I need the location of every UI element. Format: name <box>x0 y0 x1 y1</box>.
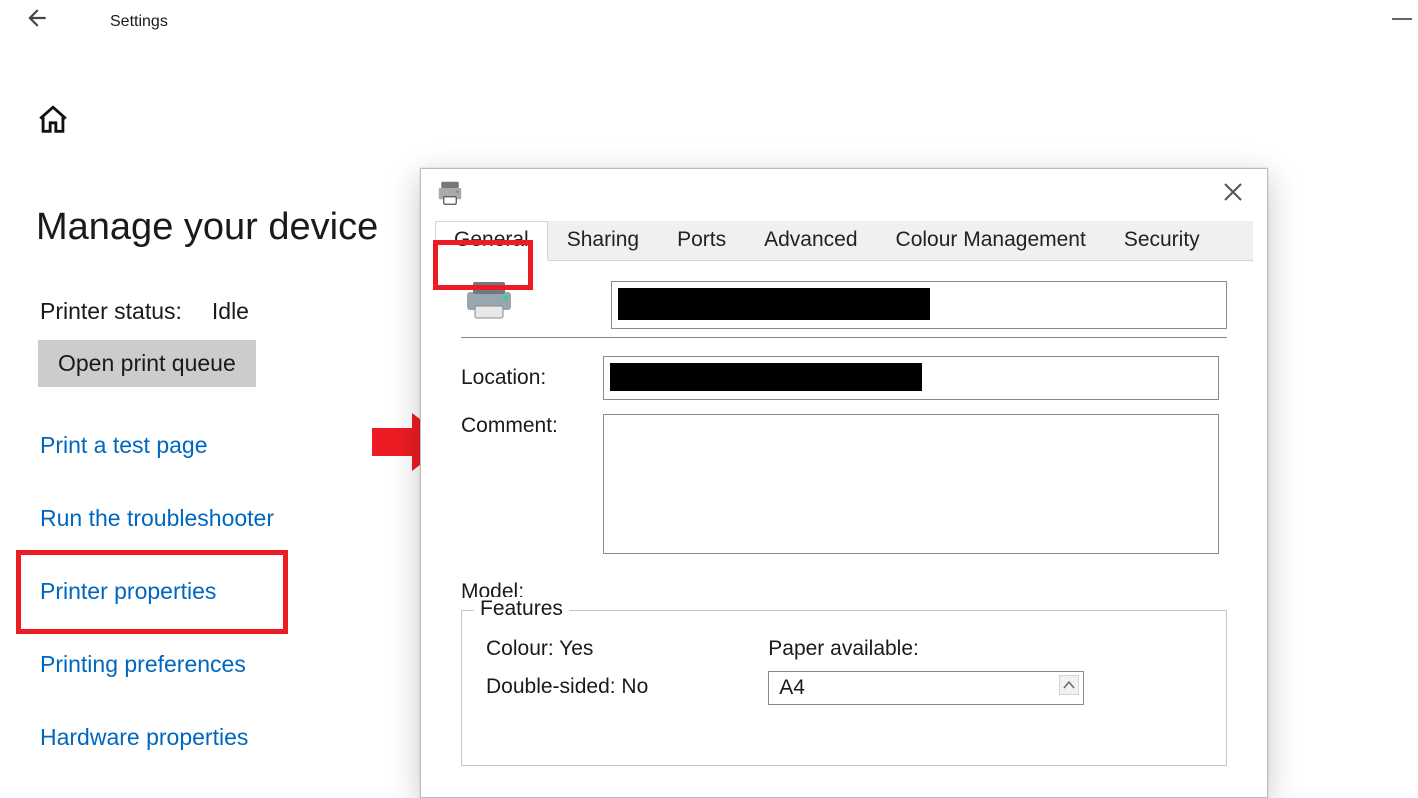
location-input[interactable] <box>603 356 1219 400</box>
paper-available-label: Paper available: <box>768 637 919 660</box>
hardware-properties-link[interactable]: Hardware properties <box>40 724 274 751</box>
divider <box>461 337 1227 338</box>
printer-properties-dialog: General Sharing Ports Advanced Colour Ma… <box>420 168 1268 798</box>
redacted-content <box>618 288 930 320</box>
paper-available-select[interactable]: A4 <box>768 671 1084 705</box>
tab-colour-management[interactable]: Colour Management <box>877 221 1105 261</box>
settings-title: Settings <box>110 13 168 31</box>
tab-security[interactable]: Security <box>1105 221 1219 261</box>
printer-name-input[interactable] <box>611 281 1227 329</box>
printer-status-value: Idle <box>212 298 249 325</box>
print-test-page-link[interactable]: Print a test page <box>40 432 274 459</box>
window-minimize-icon[interactable] <box>1392 18 1412 20</box>
chevron-up-icon <box>1059 675 1079 701</box>
close-button[interactable] <box>1213 182 1253 208</box>
features-legend: Features <box>474 597 569 621</box>
comment-input[interactable] <box>603 414 1219 554</box>
printing-preferences-link[interactable]: Printing preferences <box>40 651 274 678</box>
location-label: Location: <box>461 366 581 390</box>
paper-selected-value: A4 <box>779 676 805 700</box>
page-heading: Manage your device <box>36 206 378 249</box>
features-group: Features Colour: Yes Double-sided: No Pa… <box>461 610 1227 766</box>
printer-icon <box>435 178 465 213</box>
annotation-highlight-general-tab <box>433 240 533 290</box>
back-arrow-icon[interactable] <box>24 5 50 38</box>
open-print-queue-button[interactable]: Open print queue <box>38 340 256 387</box>
comment-label: Comment: <box>461 414 581 438</box>
printer-status-label: Printer status: <box>40 298 182 325</box>
redacted-content <box>610 363 922 391</box>
annotation-highlight-printer-properties <box>16 550 288 634</box>
run-troubleshooter-link[interactable]: Run the troubleshooter <box>40 505 274 532</box>
tab-strip: General Sharing Ports Advanced Colour Ma… <box>435 221 1253 261</box>
home-icon[interactable] <box>36 103 70 142</box>
tab-advanced[interactable]: Advanced <box>745 221 876 261</box>
feature-colour: Colour: Yes <box>486 637 648 661</box>
feature-duplex: Double-sided: No <box>486 675 648 699</box>
tab-sharing[interactable]: Sharing <box>548 221 658 261</box>
tab-ports[interactable]: Ports <box>658 221 745 261</box>
